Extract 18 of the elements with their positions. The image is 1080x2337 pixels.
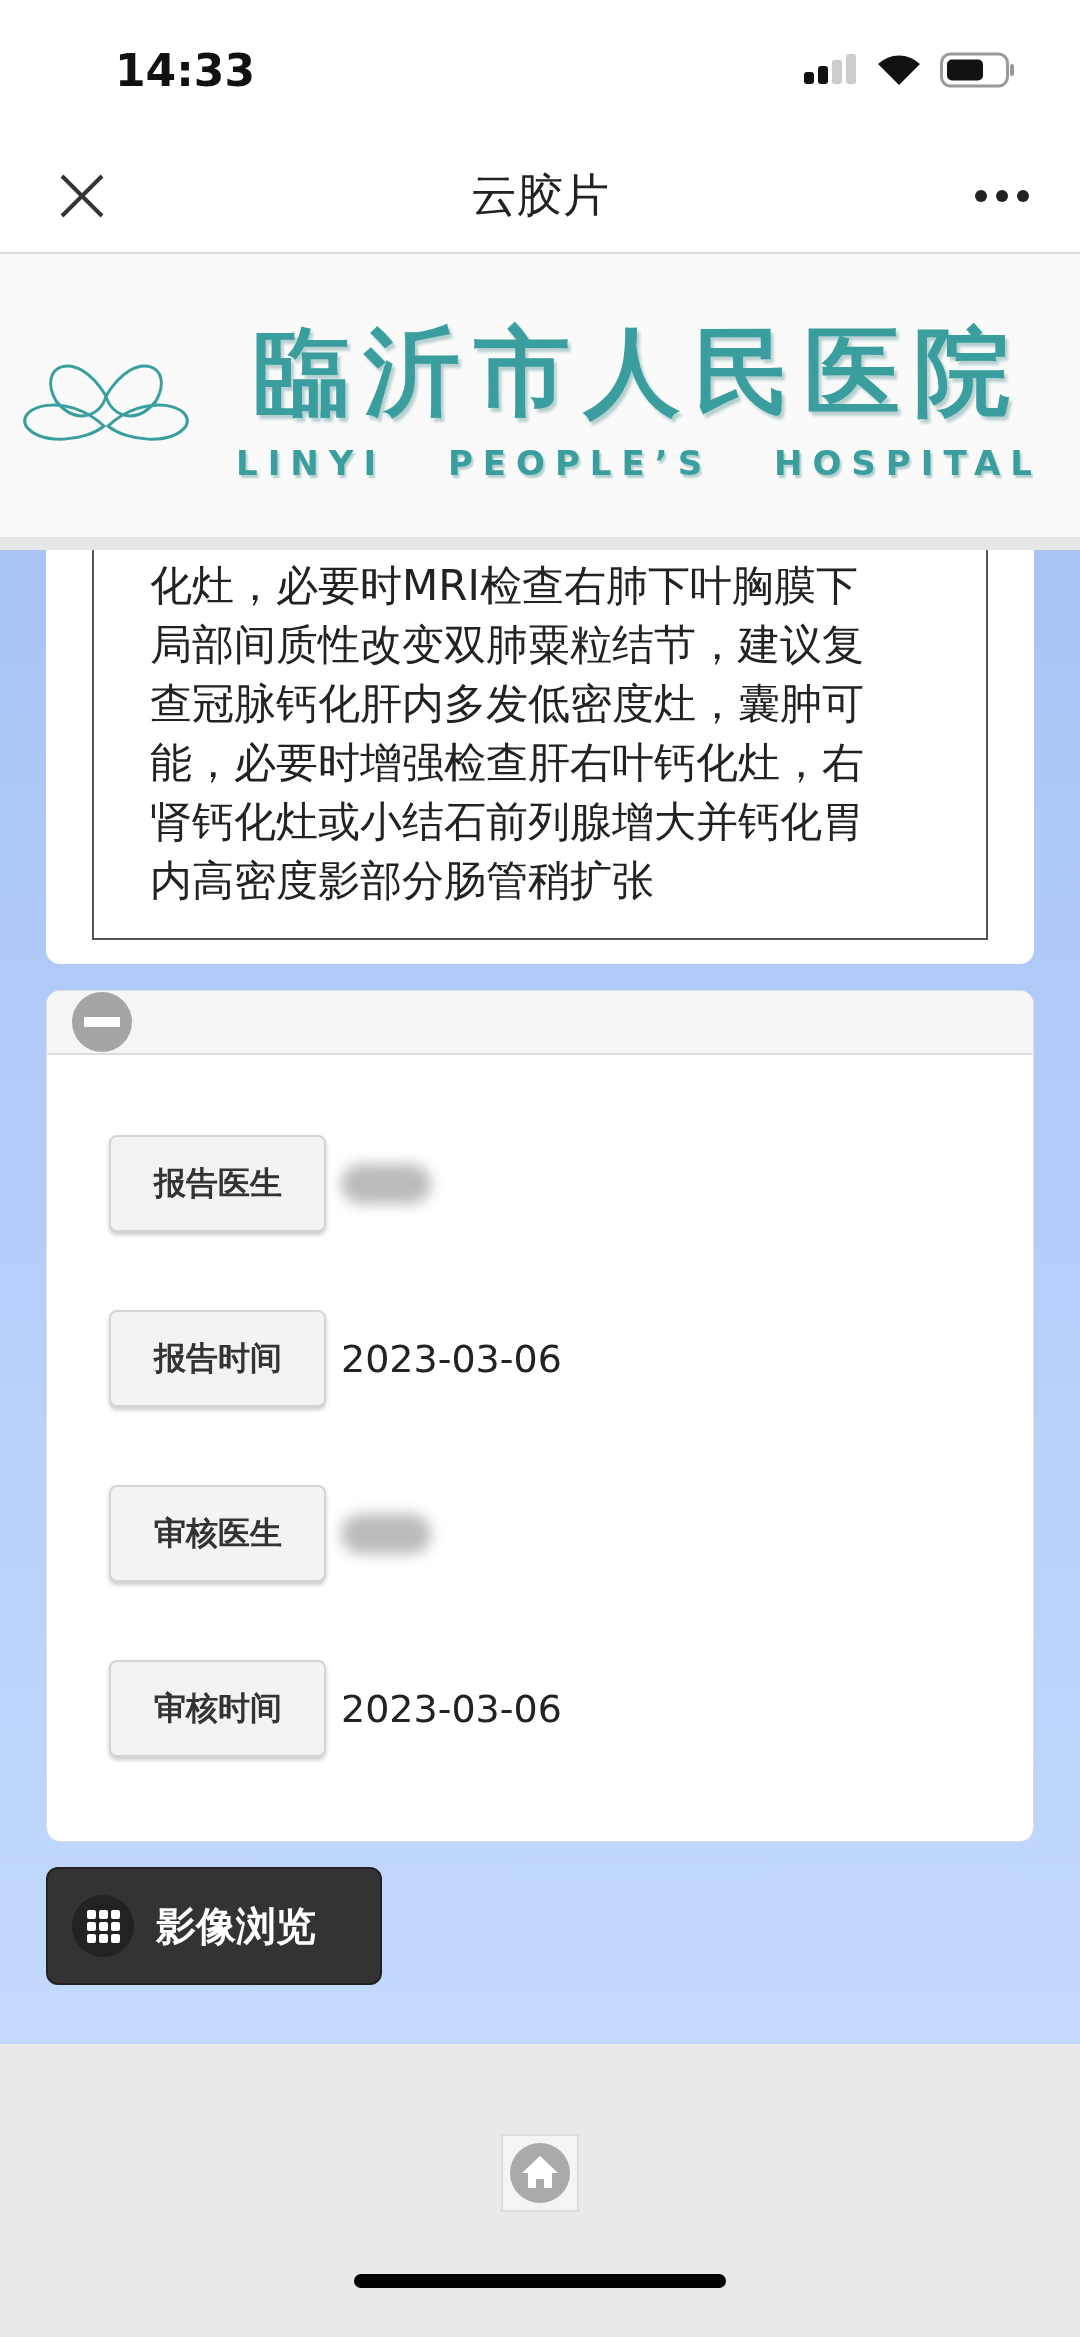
page-title: 云胶片 [471,167,609,224]
field-label-button[interactable]: 审核时间 [109,1660,326,1757]
grid-icon [72,1895,134,1957]
field-label-button[interactable]: 审核医生 [109,1485,326,1582]
home-icon [510,2143,570,2203]
more-icon[interactable] [974,189,1030,203]
hospital-name-english: LINYI PEOPLE’S HOSPITAL [236,442,1042,483]
battery-icon [940,52,1016,88]
close-icon[interactable] [58,172,106,220]
field-value: 2023-03-06 [341,1686,562,1731]
report-conclusion: 化灶，必要时MRI检查右肺下叶胸膜下局部间质性改变双肺粟粒结节，建议复查冠脉钙化肝内多发低密度灶，囊肿可能，必要时增强检查肝右叶钙化灶，右肾钙化灶或小结石前列腺增大并钙化胃内高密度影部分肠管稍扩张 [150,560,865,907]
status-time: 14:33 [115,44,257,96]
field-label-button[interactable]: 报告医生 [109,1135,326,1232]
field-label-button[interactable]: 报告时间 [109,1310,326,1407]
wifi-icon [876,53,922,87]
field-value: 2023-03-06 [341,1336,562,1381]
image-browse-button[interactable]: 影像浏览 [46,1867,382,1985]
hospital-name: 臨沂市人民医院 [253,313,1024,430]
